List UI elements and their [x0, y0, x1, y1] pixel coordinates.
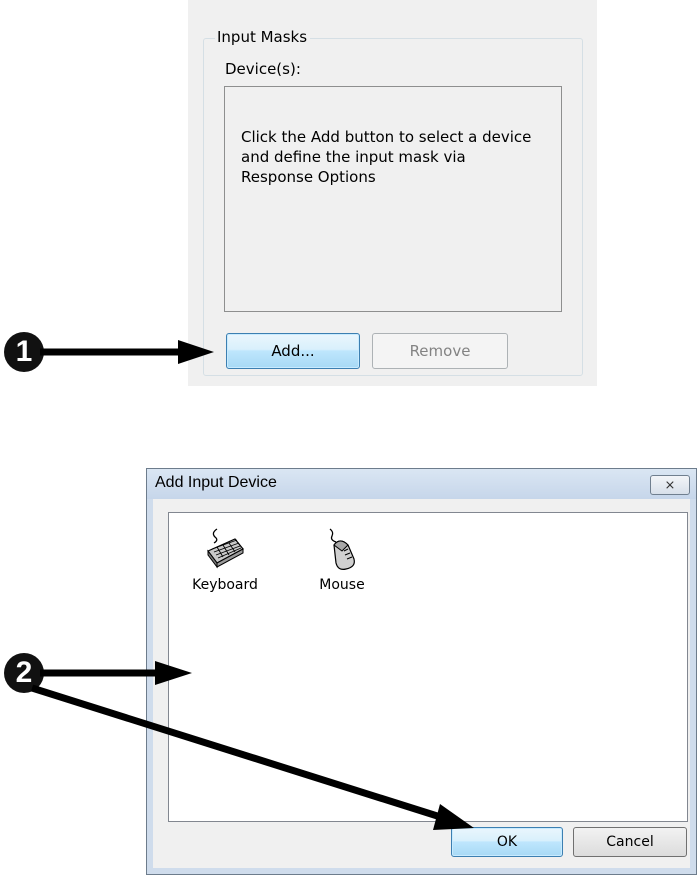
- device-label-keyboard: Keyboard: [192, 577, 258, 593]
- add-button[interactable]: Add...: [226, 333, 360, 369]
- devices-list[interactable]: Click the Add button to select a device …: [224, 86, 562, 312]
- dialog-title: Add Input Device: [155, 474, 277, 491]
- dialog-titlebar[interactable]: Add Input Device ⨯: [147, 469, 696, 499]
- ok-button[interactable]: OK: [451, 827, 563, 857]
- mouse-icon: [322, 528, 362, 575]
- device-label-mouse: Mouse: [319, 577, 365, 593]
- device-item-mouse[interactable]: Mouse: [312, 527, 372, 593]
- dialog-client-area: Keyboard Mouse OK Cancel: [153, 499, 690, 868]
- remove-button: Remove: [372, 333, 508, 369]
- close-icon: ⨯: [664, 477, 676, 493]
- cancel-button[interactable]: Cancel: [573, 827, 687, 857]
- callout-marker-2: 2: [4, 653, 44, 693]
- callout-marker-1: 1: [4, 332, 44, 372]
- close-button[interactable]: ⨯: [650, 475, 690, 495]
- device-item-keyboard[interactable]: Keyboard: [189, 527, 261, 593]
- devices-empty-hint: Click the Add button to select a device …: [241, 128, 532, 186]
- input-device-list[interactable]: Keyboard Mouse: [168, 512, 688, 822]
- input-masks-group-title: Input Masks: [215, 27, 311, 47]
- add-input-device-dialog: Add Input Device ⨯ Keyboard Mouse OK Can…: [146, 468, 697, 875]
- devices-label: Device(s):: [225, 60, 301, 78]
- keyboard-icon: [205, 528, 245, 575]
